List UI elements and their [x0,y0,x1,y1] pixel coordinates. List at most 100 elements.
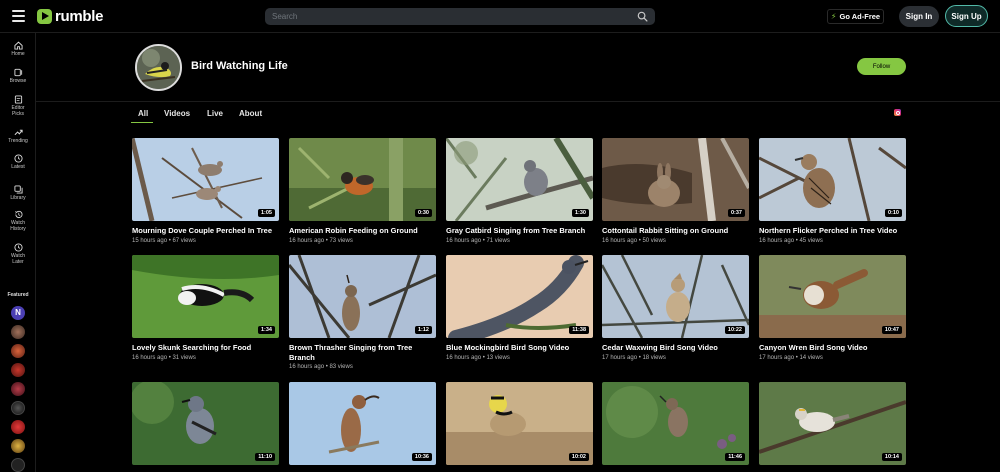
watch-history-icon [14,210,23,219]
channel-name: Bird Watching Life [191,60,288,72]
featured-channel-avatar[interactable] [11,344,25,358]
featured-channel-avatar[interactable]: N [11,306,25,320]
video-title[interactable]: Canyon Wren Bird Song Video [759,343,906,353]
tab-about[interactable]: About [239,109,262,118]
rumble-logo[interactable]: rumble [37,7,104,25]
featured-channel-avatar[interactable] [11,363,25,377]
instagram-icon[interactable] [894,109,901,116]
top-header: rumble ⚡ Go Ad-Free Sign In Sign Up [0,0,1000,33]
tab-all[interactable]: All [138,109,148,118]
divider [36,101,1000,102]
featured-channel-avatar[interactable] [11,382,25,396]
video-title[interactable]: American Robin Feeding on Ground [289,226,436,236]
video-meta: 17 hours ago • 18 views [602,355,666,361]
video-title[interactable]: Gray Catbird Singing from Tree Branch [446,226,593,236]
sidebar-item-browse[interactable]: Browse [0,68,36,84]
video-duration: 1:12 [414,326,432,334]
video-duration: 1:34 [257,326,275,334]
go-ad-free-button[interactable]: ⚡ Go Ad-Free [827,9,884,24]
video-thumbnail[interactable]: 11:10 [132,382,279,465]
video-meta: 16 hours ago • 73 views [289,238,353,244]
video-views: 18 views [642,355,666,361]
video-views: 31 views [172,355,196,361]
video-thumbnail[interactable]: 0:30 [289,138,436,221]
video-time: 16 hours ago [446,355,482,361]
featured-channel-avatar[interactable] [11,439,25,453]
video-title[interactable]: Brown Thrasher Singing from Tree Branch [289,343,436,362]
video-time: 16 hours ago [289,364,325,370]
search-input[interactable] [272,8,632,25]
sidebar-item-label: Home [11,51,25,57]
video-duration: 10:22 [724,326,745,334]
video-title[interactable]: Cedar Waxwing Bird Song Video [602,343,749,353]
video-title[interactable]: Mourning Dove Couple Perched In Tree [132,226,279,236]
rumble-logo-icon [37,8,52,24]
video-thumbnail[interactable]: 10:36 [289,382,436,465]
video-duration: 11:46 [725,453,745,461]
video-duration: 11:10 [255,453,275,461]
latest-icon [13,154,23,163]
follow-button[interactable]: Follow [857,58,906,75]
video-meta: 16 hours ago • 31 views [132,355,196,361]
video-duration: 10:36 [411,453,432,461]
sidebar-item-latest[interactable]: Latest [0,154,36,170]
video-thumbnail[interactable]: 1:34 [132,255,279,338]
editor-picks-icon [14,95,22,104]
tab-live[interactable]: Live [207,109,223,118]
sidebar-item-library[interactable]: Library [0,185,36,201]
browse-icon [13,68,22,77]
video-meta: 16 hours ago • 45 views [759,238,823,244]
sign-up-button[interactable]: Sign Up [945,5,988,27]
sidebar-item-editor-picks[interactable]: Editor Picks [0,95,36,117]
watch-later-icon [13,243,23,252]
video-meta: 15 hours ago • 67 views [132,238,196,244]
video-thumbnail[interactable]: 1:30 [446,138,593,221]
sidebar-item-watch-history[interactable]: Watch History [0,210,36,232]
video-thumbnail[interactable]: 10:02 [446,382,593,465]
sidebar-item-label: Library [10,195,26,201]
video-duration: 0:30 [414,209,432,217]
video-thumbnail[interactable]: 10:14 [759,382,906,465]
tab-videos[interactable]: Videos [164,109,190,118]
featured-heading: Featured [7,292,29,298]
video-thumbnail[interactable]: 10:47 [759,255,906,338]
video-views: 45 views [799,238,823,244]
video-meta: 16 hours ago • 50 views [602,238,666,244]
trending-icon [14,129,23,136]
library-icon [13,185,23,194]
video-title[interactable]: Blue Mockingbird Bird Song Video [446,343,593,353]
logo-text: rumble [55,7,104,25]
go-ad-free-label: Go Ad-Free [839,12,881,21]
video-title[interactable]: Cottontail Rabbit Sitting on Ground [602,226,749,236]
sidebar-item-label: Watch History [10,220,26,232]
video-title[interactable]: Lovely Skunk Searching for Food [132,343,279,353]
featured-channel-avatar[interactable] [11,420,25,434]
video-views: 83 views [329,364,353,370]
video-thumbnail[interactable]: 11:46 [602,382,749,465]
search-icon[interactable] [637,11,648,22]
sign-in-button[interactable]: Sign In [899,6,939,27]
video-title[interactable]: Northern Flicker Perched in Tree Video [759,226,906,236]
sidebar-item-watch-later[interactable]: Watch Later [0,243,36,265]
video-thumbnail[interactable]: 0:37 [602,138,749,221]
video-time: 16 hours ago [132,355,168,361]
video-views: 71 views [486,238,510,244]
featured-channel-avatar[interactable] [11,458,25,472]
video-thumbnail[interactable]: 10:22 [602,255,749,338]
sidebar-item-trending[interactable]: Trending [0,128,36,144]
channel-avatar [135,44,182,91]
video-duration: 0:10 [884,209,902,217]
video-thumbnail[interactable]: 1:05 [132,138,279,221]
video-time: 16 hours ago [289,238,325,244]
video-thumbnail[interactable]: 1:12 [289,255,436,338]
menu-icon[interactable] [12,10,25,22]
video-thumbnail[interactable]: 0:10 [759,138,906,221]
sidebar-item-label: Editor Picks [11,105,25,117]
featured-channel-avatar[interactable] [11,325,25,339]
video-thumbnail[interactable]: 11:38 [446,255,593,338]
left-sidebar: Home Browse Editor Picks Trending Latest… [0,33,36,472]
video-meta: 17 hours ago • 14 views [759,355,823,361]
featured-channel-avatar[interactable] [11,401,25,415]
sidebar-item-home[interactable]: Home [0,41,36,57]
search-bar [265,8,655,25]
